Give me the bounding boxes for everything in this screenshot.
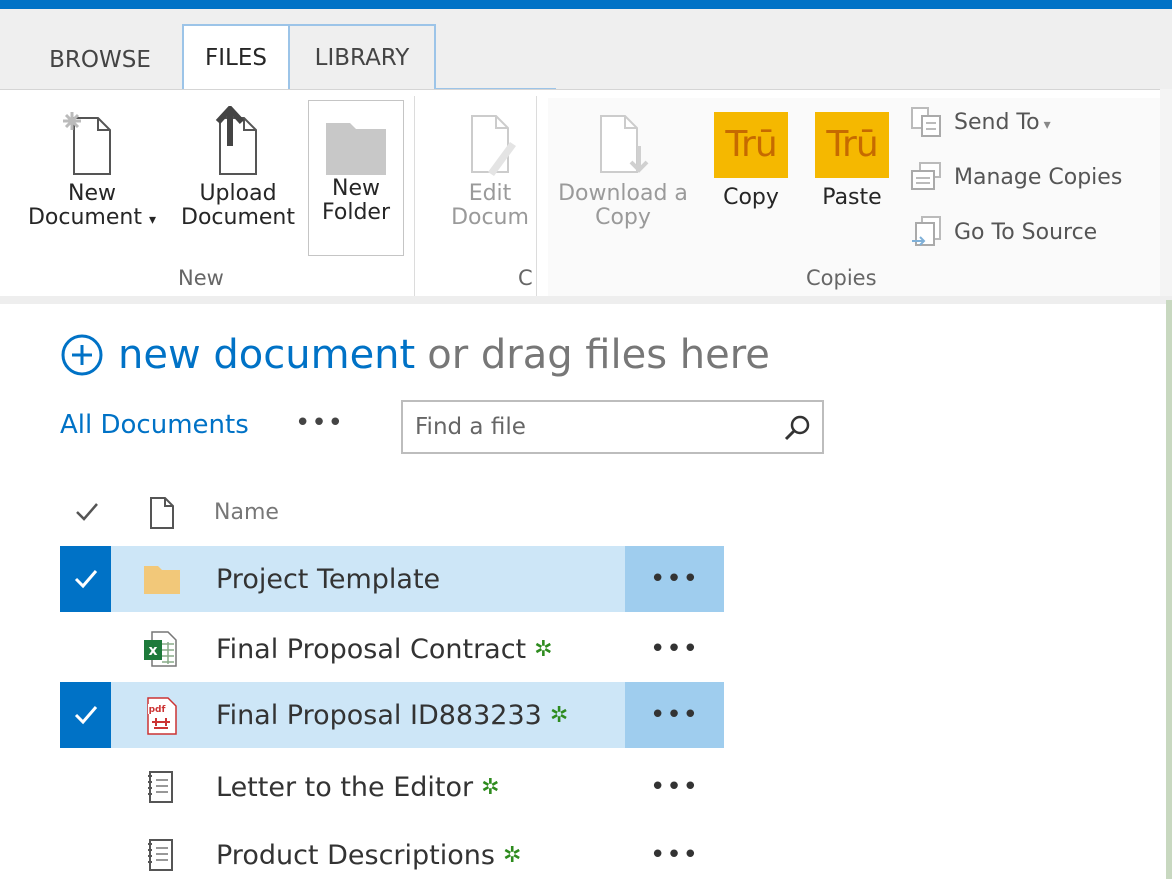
manage-copies-button[interactable]: Manage Copies — [910, 159, 1122, 195]
edit-label-2: Docum — [451, 205, 529, 230]
file-name-text: Project Template — [216, 563, 441, 595]
tab-library[interactable]: LIBRARY — [290, 24, 436, 90]
table-row[interactable]: x Final Proposal Contract ✲ ••• — [60, 616, 724, 682]
file-name-link[interactable]: Final Proposal Contract ✲ — [216, 616, 553, 682]
check-icon — [74, 570, 97, 589]
go-to-source-icon — [912, 216, 941, 246]
upload-label-1: Upload — [199, 181, 277, 206]
drag-files-hint: or drag files here — [427, 332, 770, 378]
folder-icon — [144, 566, 180, 594]
new-document-link[interactable]: new document — [118, 332, 415, 378]
add-circle-icon[interactable] — [60, 333, 104, 377]
excel-file-icon: x — [144, 631, 177, 667]
svg-text:pdf: pdf — [149, 705, 166, 715]
download-copy-button[interactable]: Download a Copy — [548, 110, 698, 230]
new-item-icon: ✲ — [481, 774, 500, 800]
file-name-text: Product Descriptions — [216, 839, 495, 871]
ribbon-group-copies-label: Copies — [806, 266, 877, 290]
row-more-button[interactable]: ••• — [625, 546, 724, 612]
text-file-icon — [148, 771, 173, 803]
file-name-link[interactable]: Letter to the Editor ✲ — [216, 754, 500, 820]
download-label-1: Download a — [558, 181, 688, 206]
ribbon-group-label: C — [518, 266, 533, 290]
new-folder-label-1: New — [332, 176, 380, 201]
file-type-header-icon — [150, 497, 174, 529]
edit-document-button[interactable]: Edit Docum — [426, 110, 554, 230]
manage-copies-label: Manage Copies — [954, 164, 1123, 190]
row-checkbox[interactable] — [60, 822, 111, 879]
paste-label: Paste — [822, 185, 882, 210]
new-document-button[interactable]: New Document ▾ — [18, 110, 166, 232]
table-row[interactable]: Product Descriptions ✲ ••• — [60, 822, 724, 879]
send-to-icon — [911, 107, 941, 137]
ribbon-group-new-label: New — [178, 266, 224, 290]
download-icon — [600, 115, 649, 173]
edit-label-1: Edit — [468, 181, 512, 206]
ribbon-bottom-border — [0, 296, 1172, 304]
upload-label-2: Document — [181, 205, 295, 230]
row-checkbox[interactable] — [60, 616, 111, 682]
new-folder-label-2: Folder — [322, 200, 390, 225]
page-edge-strip — [1166, 300, 1172, 879]
table-row[interactable]: Letter to the Editor ✲ ••• — [60, 754, 724, 820]
file-name-text: Letter to the Editor — [216, 771, 474, 803]
tab-browse[interactable]: BROWSE — [24, 30, 176, 89]
row-checkbox[interactable] — [60, 682, 111, 748]
dropdown-caret-icon: ▾ — [1043, 117, 1051, 133]
tab-files[interactable]: FILES — [182, 24, 290, 90]
pdf-file-icon: pdf — [147, 697, 177, 735]
ribbon-edge — [1160, 89, 1172, 299]
row-checkbox[interactable] — [60, 546, 111, 612]
search-icon[interactable] — [782, 413, 812, 443]
file-name-text: Final Proposal Contract — [216, 633, 527, 665]
folder-icon — [326, 123, 386, 175]
new-item-icon: ✲ — [534, 636, 553, 662]
row-checkbox[interactable] — [60, 754, 111, 820]
send-to-button[interactable]: Send To ▾ — [910, 104, 1051, 140]
new-document-label-2: Document ▾ — [18, 206, 166, 232]
tru-logo-icon: Trū — [714, 112, 788, 178]
table-row[interactable]: pdf Final Proposal ID883233 ✲ ••• — [60, 682, 724, 748]
view-options-more[interactable]: ••• — [295, 408, 344, 438]
row-more-button[interactable]: ••• — [625, 682, 724, 748]
tru-logo-icon: Trū — [815, 112, 889, 178]
send-to-label: Send To — [954, 109, 1040, 135]
file-name-link[interactable]: Final Proposal ID883233 ✲ — [216, 682, 568, 748]
svg-text:x: x — [148, 643, 157, 659]
new-item-icon: ✲ — [502, 842, 522, 868]
tru-paste-button[interactable]: Trū Paste — [806, 112, 898, 210]
download-label-2: Copy — [595, 205, 651, 230]
table-row[interactable]: Project Template ••• — [60, 546, 724, 612]
go-to-source-button[interactable]: Go To Source — [910, 214, 1097, 250]
text-file-icon — [148, 839, 173, 871]
check-icon — [74, 706, 97, 725]
search-box — [401, 400, 824, 454]
new-document-icon — [63, 112, 111, 175]
copy-label: Copy — [723, 185, 779, 210]
new-document-label-1: New — [68, 181, 116, 206]
tru-copy-button[interactable]: Trū Copy — [706, 112, 796, 210]
upload-document-button[interactable]: Upload Document — [176, 106, 300, 230]
upload-icon — [215, 106, 257, 175]
new-folder-button[interactable]: New Folder — [308, 100, 404, 256]
new-document-label-text: Document — [27, 205, 142, 230]
dropdown-caret-icon: ▾ — [148, 212, 156, 228]
file-name-link[interactable]: Project Template — [216, 546, 440, 612]
column-header-name[interactable]: Name — [214, 500, 279, 525]
view-all-documents[interactable]: All Documents — [60, 410, 249, 440]
row-more-button[interactable]: ••• — [625, 616, 724, 682]
row-more-button[interactable]: ••• — [625, 754, 724, 820]
manage-copies-icon — [911, 162, 941, 190]
edit-document-icon — [471, 115, 516, 176]
file-name-link[interactable]: Product Descriptions ✲ — [216, 822, 521, 879]
go-to-source-label: Go To Source — [954, 219, 1098, 245]
new-item-icon: ✲ — [549, 702, 569, 728]
file-name-text: Final Proposal ID883233 — [216, 699, 542, 731]
row-more-button[interactable]: ••• — [625, 822, 724, 879]
search-input[interactable] — [403, 402, 773, 452]
select-all-check-icon[interactable] — [74, 500, 100, 524]
suite-bar — [0, 0, 1172, 9]
new-document-bar: new document or drag files here — [60, 330, 770, 380]
ribbon-separator — [414, 96, 415, 296]
